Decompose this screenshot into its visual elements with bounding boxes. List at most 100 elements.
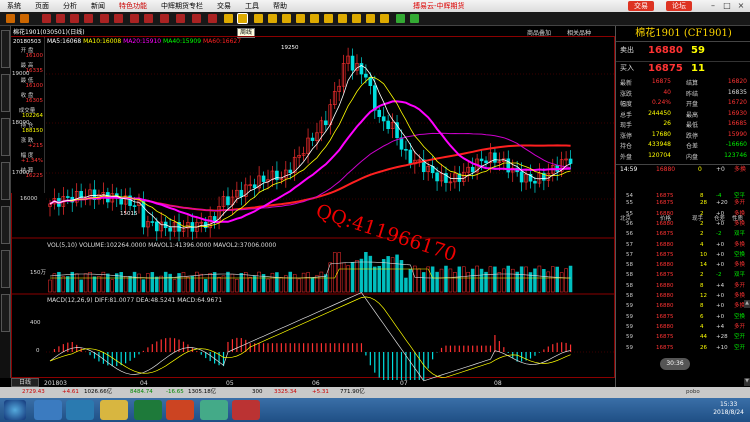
volume-bar xyxy=(346,265,350,293)
contract-title: 棉花1901 (CF1901) xyxy=(616,26,750,42)
quote-value: 26 xyxy=(663,120,671,127)
candle-body xyxy=(484,160,488,164)
candle-body xyxy=(533,180,537,184)
volume-bar xyxy=(128,275,132,293)
volume-bar xyxy=(377,265,381,293)
volume-bar xyxy=(564,268,568,293)
volume-bar xyxy=(466,271,470,293)
trade-change: +0 xyxy=(716,251,725,258)
volume-bar xyxy=(106,273,110,293)
volume-bar xyxy=(123,276,128,293)
volume-bar xyxy=(288,271,293,293)
sell-price: 16880 xyxy=(648,45,683,56)
volume-bar xyxy=(279,277,284,293)
quote-value: 15990 xyxy=(727,130,747,138)
taskbar-ie-icon[interactable] xyxy=(34,400,62,420)
trade-nature: 多开 xyxy=(734,200,746,207)
candle-body xyxy=(275,170,279,181)
status-item: 1026.66亿 xyxy=(84,389,113,395)
volume-legend: VOL(5,10) VOLUME:102264.0000 MAVOL1:4139… xyxy=(47,242,277,249)
quote-label: 持仓 xyxy=(620,143,633,150)
quote-value: 120704 xyxy=(648,151,671,159)
volume-bar xyxy=(488,266,493,293)
period-tab[interactable]: 日线 xyxy=(11,378,39,387)
volume-bar xyxy=(332,252,337,293)
trade-change: +0 xyxy=(716,293,725,299)
volume-bar xyxy=(408,268,413,293)
volume-bar xyxy=(203,279,208,293)
trade-change: -2 xyxy=(716,272,722,279)
quote-value: 17680 xyxy=(651,130,671,138)
volume-bar xyxy=(355,260,359,293)
ma5-label: MA5:16068 xyxy=(47,38,82,45)
info-value: 16100 xyxy=(25,53,44,59)
trade-qty: 12 xyxy=(700,293,707,299)
taskbar-clock[interactable]: 15:33 2018/8/24 xyxy=(713,401,744,417)
buy-row[interactable]: 买入 16875 11 xyxy=(616,61,750,74)
trade-price: 16875 xyxy=(656,313,674,320)
buy-label: 买入 xyxy=(620,64,634,72)
trade-minute: 59 xyxy=(626,334,633,341)
start-icon[interactable] xyxy=(4,400,26,420)
quote-value: 16720 xyxy=(727,99,747,106)
volume-bar xyxy=(515,271,519,293)
volume-bar xyxy=(270,272,275,293)
taskbar-folder-icon[interactable] xyxy=(100,400,128,420)
volume-bar xyxy=(404,277,408,293)
volume-bar xyxy=(297,278,301,293)
taskbar-media-icon[interactable] xyxy=(66,400,94,420)
volume-bar xyxy=(448,268,453,293)
trade-price: 16880 xyxy=(656,220,674,227)
candle-body xyxy=(168,227,172,232)
quote-value: 16820 xyxy=(727,78,747,85)
macd-legend: MACD(12,26,9) DIFF:81.0077 DEA:48.5241 M… xyxy=(47,297,223,304)
trade-change: +4 xyxy=(716,282,725,289)
trade-minute: 56 xyxy=(626,220,633,227)
trade-row: 59 16875 6 +0 空换 xyxy=(616,312,750,323)
trade-minute: 59 xyxy=(626,323,633,330)
macd-label-400: 400 xyxy=(30,320,41,326)
taskbar-app-icon[interactable] xyxy=(166,400,194,420)
quote-row: 总手 244450 最高 16930 xyxy=(616,110,750,120)
taskbar-app3-icon[interactable] xyxy=(232,400,260,420)
volume-bar xyxy=(542,269,546,293)
trade-qty: 44 xyxy=(700,334,707,341)
volume-bar xyxy=(568,265,573,293)
volume-bar xyxy=(261,274,266,293)
trade-price: 16880 xyxy=(656,323,674,330)
taskbar: 15:33 2018/8/24 xyxy=(0,398,750,422)
quote-label: 涨跌 xyxy=(620,90,633,98)
trade-change: -2 xyxy=(716,231,722,238)
trade-row: 58 16880 12 +0 多换 xyxy=(616,291,750,302)
quote-label: 最高 xyxy=(686,111,699,119)
quote-label: 幅度 xyxy=(620,101,633,108)
trade-qty: 0 xyxy=(698,166,702,173)
volume-bar xyxy=(70,271,74,293)
volume-bar xyxy=(337,252,341,293)
trade-minute: 59 xyxy=(626,344,633,351)
sell-row[interactable]: 卖出 16880 59 xyxy=(616,44,750,57)
volume-bar xyxy=(48,279,52,293)
quote-value: 244450 xyxy=(648,109,671,117)
trade-price: 16875 xyxy=(656,272,674,279)
vol-axis-label: 150万 xyxy=(30,270,46,276)
trade-price: 16880 xyxy=(656,303,674,310)
volume-bar xyxy=(533,268,537,293)
trade-change: +4 xyxy=(716,323,725,330)
quote-value: 16930 xyxy=(727,109,747,117)
taskbar-excel-icon[interactable] xyxy=(134,400,162,420)
quote-label: 最低 xyxy=(686,122,699,129)
trade-minute: 58 xyxy=(626,282,633,289)
volume-bar xyxy=(159,275,163,293)
clock-date: 2018/8/24 xyxy=(713,409,744,416)
trade-change: +20 xyxy=(716,200,728,207)
volume-bar xyxy=(301,272,306,293)
volume-bar xyxy=(137,273,141,293)
quote-row: 幅度 0.24% 开盘 16720 xyxy=(616,99,750,109)
scroll-up-icon[interactable]: ▲ xyxy=(744,300,750,308)
trade-minute: 55 xyxy=(626,200,633,207)
scroll-down-icon[interactable]: ▼ xyxy=(744,378,750,386)
trade-qty: 26 xyxy=(700,344,707,351)
taskbar-app2-icon[interactable] xyxy=(200,400,228,420)
trade-price: 16880 xyxy=(656,282,674,289)
